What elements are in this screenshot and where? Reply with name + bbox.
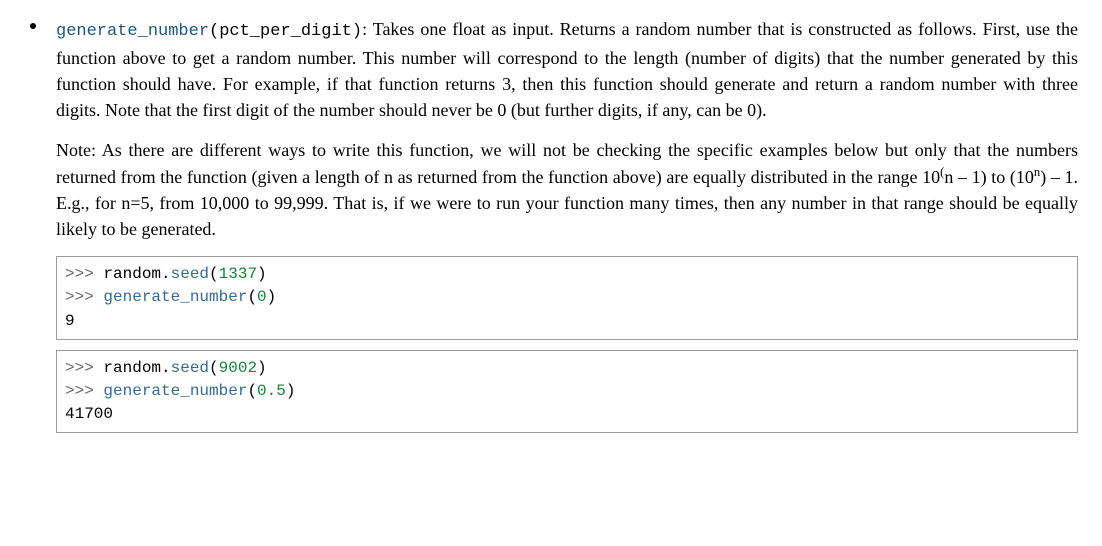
function-description: generate_number(pct_per_digit): Takes on… bbox=[56, 16, 1078, 123]
param-close: ) bbox=[352, 22, 362, 41]
code-text: ( bbox=[247, 382, 257, 400]
note-mid: to (10 bbox=[987, 167, 1034, 187]
exponent-1-inner: n – 1) bbox=[944, 167, 986, 187]
code-text: random. bbox=[103, 265, 170, 283]
repl-prompt: >>> bbox=[65, 265, 103, 283]
code-text: ) bbox=[267, 288, 277, 306]
param-name: pct_per_digit bbox=[219, 22, 352, 41]
code-output: 41700 bbox=[65, 405, 113, 423]
param-open: ( bbox=[209, 22, 219, 41]
code-number: 9002 bbox=[219, 359, 257, 377]
note-paragraph: Note: As there are different ways to wri… bbox=[56, 137, 1078, 242]
repl-prompt: >>> bbox=[65, 288, 103, 306]
code-text: ) bbox=[286, 382, 296, 400]
code-text: ) bbox=[257, 265, 267, 283]
repl-prompt: >>> bbox=[65, 382, 103, 400]
code-func: generate_number bbox=[103, 382, 247, 400]
code-text: ( bbox=[247, 288, 257, 306]
code-number: 1337 bbox=[219, 265, 257, 283]
code-text: ) bbox=[257, 359, 267, 377]
repl-prompt: >>> bbox=[65, 359, 103, 377]
code-text: random. bbox=[103, 359, 170, 377]
colon: : bbox=[362, 19, 367, 39]
code-text: ( bbox=[209, 359, 219, 377]
code-number: 0 bbox=[257, 288, 267, 306]
code-output: 9 bbox=[65, 312, 75, 330]
code-func: seed bbox=[171, 359, 209, 377]
code-example-2: >>> random.seed(9002) >>> generate_numbe… bbox=[56, 350, 1078, 434]
bullet-marker bbox=[30, 23, 36, 29]
code-example-1: >>> random.seed(1337) >>> generate_numbe… bbox=[56, 256, 1078, 340]
note-text-1: Note: As there are different ways to wri… bbox=[56, 140, 1078, 187]
function-name: generate_number bbox=[56, 22, 209, 41]
code-func: seed bbox=[171, 265, 209, 283]
bullet-item: generate_number(pct_per_digit): Takes on… bbox=[24, 16, 1078, 433]
code-func: generate_number bbox=[103, 288, 247, 306]
code-number: 0.5 bbox=[257, 382, 286, 400]
code-text: ( bbox=[209, 265, 219, 283]
